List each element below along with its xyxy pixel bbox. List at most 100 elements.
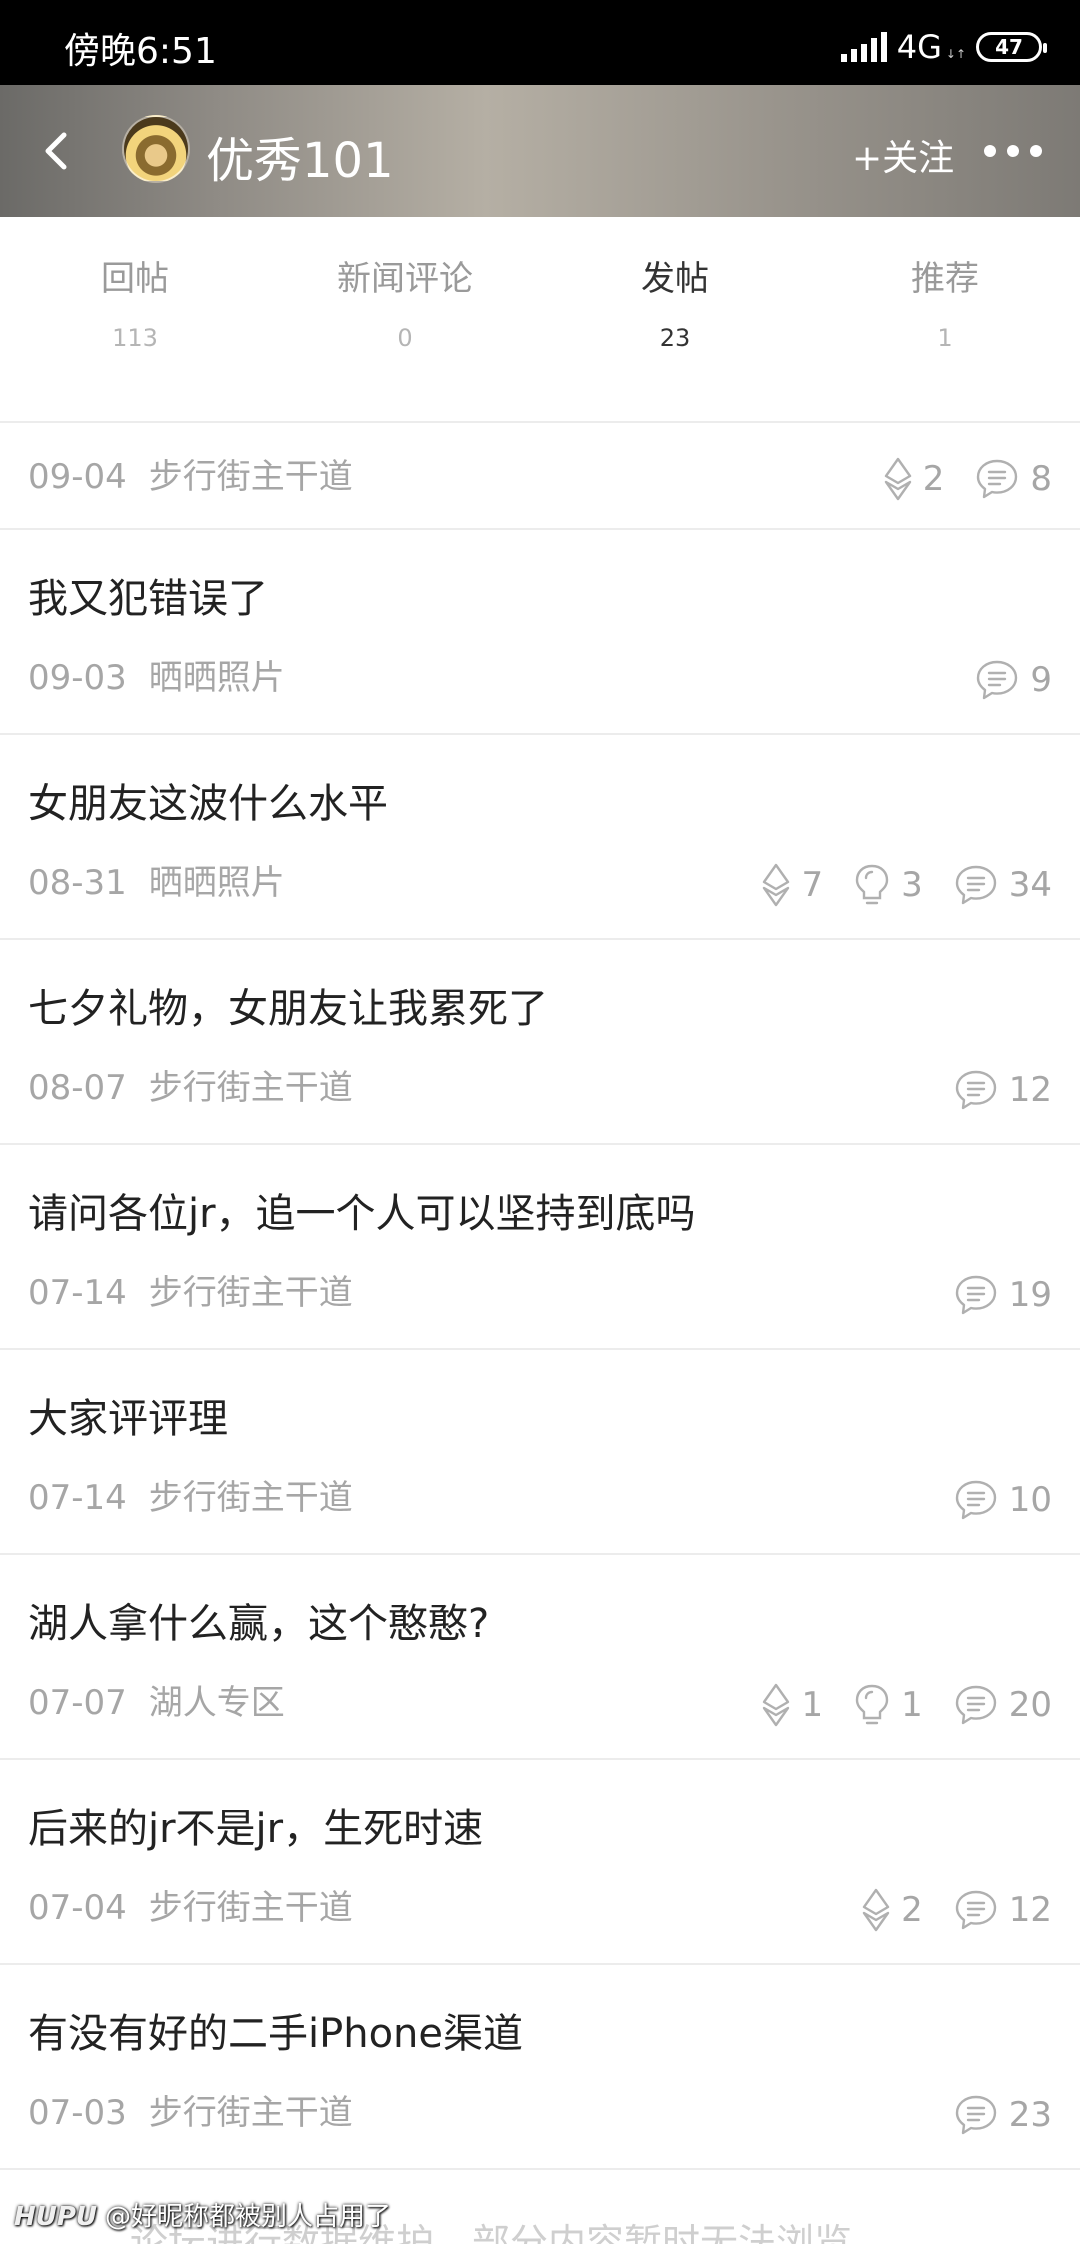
post-meta: 07-14 步行街主干道 (28, 1470, 353, 1519)
profile-header: 优秀101 +关注 (0, 85, 1080, 217)
reply-stat: 23 (953, 2092, 1052, 2138)
comment-icon (953, 1067, 999, 1113)
more-options-icon[interactable] (984, 145, 1042, 157)
tab-label: 回帖 (101, 259, 169, 299)
recommend-count: 3 (901, 865, 923, 905)
light-count: 1 (801, 1685, 824, 1725)
reply-stat: 10 (953, 1477, 1052, 1523)
reply-count: 10 (1008, 1480, 1052, 1520)
post-board: 步行街主干道 (148, 1068, 353, 1108)
reply-stat: 19 (953, 1272, 1052, 1318)
post-date: 08-07 (28, 1068, 127, 1108)
reply-count: 23 (1008, 2095, 1052, 2135)
reply-stat: 34 (953, 862, 1052, 908)
tab-label: 新闻评论 (337, 259, 473, 299)
light-icon (883, 456, 913, 502)
tab-recommend[interactable]: 推荐 1 (810, 217, 1080, 421)
post-board: 步行街主干道 (148, 1888, 353, 1928)
reply-count: 12 (1008, 1890, 1052, 1930)
reply-count: 9 (1030, 660, 1052, 700)
post-board: 步行街主干道 (148, 1273, 353, 1313)
post-title: 后来的jr不是jr，生死时速 (28, 1806, 484, 1852)
watermark-brand: HUPU (14, 2202, 98, 2232)
comment-icon (953, 1887, 999, 1933)
comment-icon (974, 657, 1020, 703)
post-row[interactable]: 请问各位jr，追一个人可以坚持到底吗 07-14 步行街主干道 19 (0, 1145, 1080, 1350)
post-list: 09-04 步行街主干道 2 8 我又犯错误了 09-03 晒晒照片 9 女朋友这波什么水平 08… (0, 424, 1080, 2170)
post-date: 07-14 (28, 1273, 127, 1313)
status-indicators: 4G ↓↑ 47 (840, 28, 1047, 66)
post-date: 07-07 (28, 1683, 127, 1723)
light-stat: 2 (883, 456, 944, 502)
light-stat: 1 (761, 1682, 823, 1728)
light-icon (861, 1887, 891, 1933)
comment-icon (953, 1477, 999, 1523)
post-date: 07-14 (28, 1478, 127, 1518)
light-count: 7 (801, 865, 824, 905)
status-time: 傍晚6:51 (64, 31, 217, 72)
post-row[interactable]: 有没有好的二手iPhone渠道 07-03 步行街主干道 23 (0, 1965, 1080, 2170)
tab-label: 发帖 (641, 259, 709, 299)
post-row[interactable]: 我又犯错误了 09-03 晒晒照片 9 (0, 530, 1080, 735)
post-board: 步行街主干道 (148, 457, 353, 497)
post-stats: 10 (953, 1477, 1052, 1523)
post-row[interactable]: 大家评评理 07-14 步行街主干道 10 (0, 1350, 1080, 1555)
post-date: 08-31 (28, 863, 127, 903)
post-row[interactable]: 后来的jr不是jr，生死时速 07-04 步行街主干道 2 12 (0, 1760, 1080, 1965)
post-title: 我又犯错误了 (28, 576, 268, 622)
post-stats: 28 (883, 456, 1052, 502)
post-meta: 09-03 晒晒照片 (28, 650, 285, 699)
reply-count: 12 (1008, 1070, 1052, 1110)
tab-posts[interactable]: 发帖 23 (540, 217, 810, 421)
post-meta: 07-04 步行街主干道 (28, 1880, 353, 1929)
post-board: 晒晒照片 (148, 863, 285, 903)
recommend-stat: 3 (853, 862, 923, 908)
battery-level: 47 (995, 35, 1023, 59)
reply-stat: 9 (974, 657, 1052, 703)
post-meta: 08-07 步行街主干道 (28, 1060, 353, 1109)
post-stats: 7 3 34 (761, 862, 1052, 908)
reply-count: 20 (1008, 1685, 1052, 1725)
light-icon (761, 862, 791, 908)
reply-count: 34 (1008, 865, 1052, 905)
bulb-icon (853, 1682, 891, 1728)
post-row[interactable]: 09-04 步行街主干道 2 8 (0, 424, 1080, 530)
post-stats: 23 (953, 2092, 1052, 2138)
tab-count: 0 (397, 324, 413, 352)
tab-count: 23 (659, 324, 691, 352)
username: 优秀101 (206, 133, 394, 189)
post-meta: 07-07 湖人专区 (28, 1675, 285, 1724)
post-stats: 2 12 (861, 1887, 1052, 1933)
post-date: 07-04 (28, 1888, 127, 1928)
post-row[interactable]: 湖人拿什么赢，这个憨憨? 07-07 湖人专区 1 1 20 (0, 1555, 1080, 1760)
post-board: 晒晒照片 (148, 658, 285, 698)
watermark: HUPU @好昵称都被别人占用了 (14, 2196, 391, 2233)
battery-icon: 47 (976, 32, 1047, 62)
post-stats: 9 (974, 657, 1052, 703)
post-row[interactable]: 七夕礼物，女朋友让我累死了 08-07 步行街主干道 12 (0, 940, 1080, 1145)
back-arrow-icon[interactable] (34, 125, 82, 177)
recommend-stat: 1 (853, 1682, 923, 1728)
post-title: 大家评评理 (28, 1396, 228, 1442)
post-title: 有没有好的二手iPhone渠道 (28, 2011, 524, 2057)
comment-icon (974, 456, 1020, 502)
tab-news-comments[interactable]: 新闻评论 0 (270, 217, 540, 421)
tab-replies[interactable]: 回帖 113 (0, 217, 270, 421)
post-meta: 07-14 步行街主干道 (28, 1265, 353, 1314)
comment-icon (953, 862, 999, 908)
light-icon (761, 1682, 791, 1728)
light-stat: 7 (761, 862, 823, 908)
post-stats: 1 1 20 (761, 1682, 1052, 1728)
comment-icon (953, 1272, 999, 1318)
post-row[interactable]: 女朋友这波什么水平 08-31 晒晒照片 7 3 34 (0, 735, 1080, 940)
watermark-text: @好昵称都被别人占用了 (105, 2202, 392, 2232)
recommend-count: 1 (901, 1685, 923, 1725)
follow-button[interactable]: +关注 (852, 129, 954, 181)
reply-count: 8 (1030, 459, 1052, 499)
reply-stat: 20 (953, 1682, 1052, 1728)
avatar[interactable] (122, 115, 190, 183)
post-meta: 09-04 步行街主干道 (28, 449, 353, 498)
post-meta: 08-31 晒晒照片 (28, 855, 285, 904)
post-board: 步行街主干道 (148, 1478, 353, 1518)
tab-count: 113 (112, 324, 158, 352)
